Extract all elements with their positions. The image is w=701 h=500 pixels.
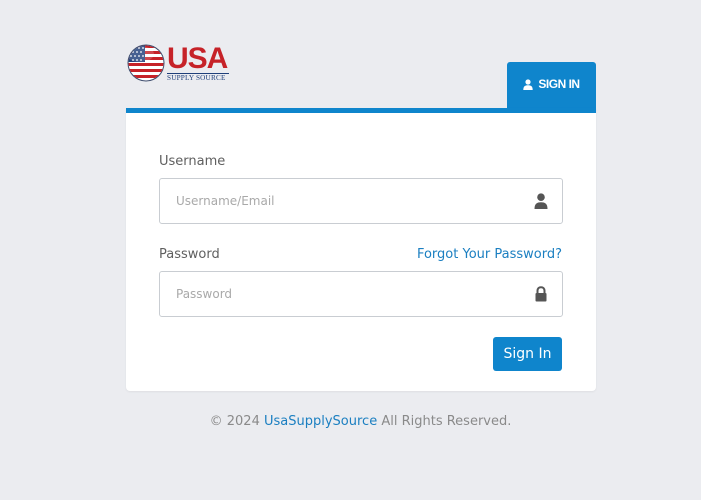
user-icon: [534, 193, 548, 209]
footer: © 2024 UsaSupplySource All Rights Reserv…: [0, 414, 701, 429]
footer-rights: All Rights Reserved.: [381, 414, 512, 429]
tab-sign-in-label: SIGN IN: [538, 77, 580, 91]
user-icon: [523, 78, 534, 90]
logo-tagline: SUPPLY SOURCE: [167, 73, 229, 83]
password-field: [159, 271, 563, 317]
username-input[interactable]: [160, 179, 562, 223]
tab-sign-in[interactable]: SIGN IN: [507, 62, 596, 112]
login-card: Username Password Forgot Your Password? …: [126, 108, 596, 391]
logo-wordmark: USA: [167, 42, 228, 75]
sign-in-button[interactable]: Sign In: [493, 337, 562, 371]
username-label: Username: [159, 154, 226, 169]
password-label: Password: [159, 247, 220, 262]
lock-icon: [535, 286, 547, 302]
username-field: [159, 178, 563, 224]
footer-copyright: © 2024: [209, 414, 260, 429]
footer-company-link[interactable]: UsaSupplySource: [264, 414, 377, 429]
us-flag-globe-icon: [127, 44, 165, 82]
forgot-password-link[interactable]: Forgot Your Password?: [417, 247, 562, 262]
brand-logo: USA SUPPLY SOURCE: [127, 44, 237, 84]
login-page: USA SUPPLY SOURCE SIGN IN Username Passw…: [0, 0, 701, 500]
password-input[interactable]: [160, 272, 562, 316]
